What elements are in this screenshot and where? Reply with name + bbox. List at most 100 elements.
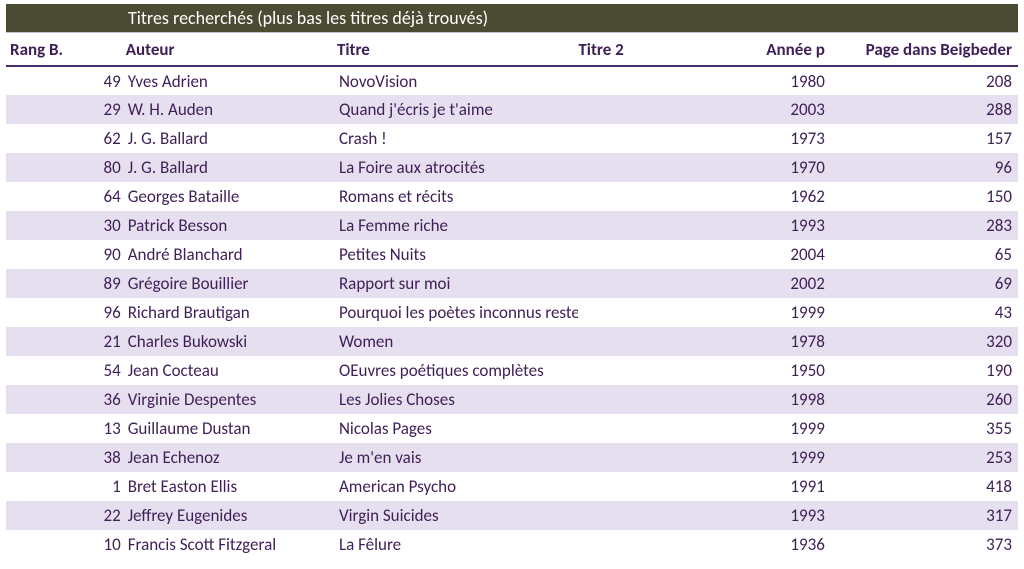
col-header-titre2[interactable]: Titre 2 [578,33,694,66]
table-row[interactable]: 36Virginie DespentesLes Jolies Choses199… [6,385,1018,414]
cell-page: 253 [837,443,1018,472]
cell-rang: 89 [6,269,126,298]
cell-auteur: Virginie Despentes [126,385,337,414]
col-header-titre[interactable]: Titre [337,33,578,66]
cell-annee: 1999 [694,298,837,327]
table-row[interactable]: 21Charles BukowskiWomen1978320 [6,327,1018,356]
cell-titre: Romans et récits [337,182,578,211]
cell-rang: 96 [6,298,126,327]
cell-auteur: Bret Easton Ellis [126,472,337,501]
cell-page: 320 [837,327,1018,356]
table-row[interactable]: 1Bret Easton EllisAmerican Psycho1991418 [6,472,1018,501]
cell-titre: OEuvres poétiques complètes [337,356,578,385]
cell-rang: 49 [6,66,126,95]
table-row[interactable]: 96Richard BrautiganPourquoi les poètes i… [6,298,1018,327]
cell-titre: Petites Nuits [337,240,578,269]
cell-rang: 90 [6,240,126,269]
cell-auteur: Jean Cocteau [126,356,337,385]
cell-auteur: Grégoire Bouillier [126,269,337,298]
cell-rang: 30 [6,211,126,240]
cell-titre: Les Jolies Choses [337,385,578,414]
table-row[interactable]: 38Jean EchenozJe m'en vais1999253 [6,443,1018,472]
cell-titre2 [578,211,694,240]
col-header-rang[interactable]: Rang B. [6,33,126,66]
cell-auteur: J. G. Ballard [126,153,337,182]
cell-annee: 2002 [694,269,837,298]
cell-titre2 [578,298,694,327]
table-row[interactable]: 62J. G. BallardCrash !1973157 [6,124,1018,153]
cell-annee: 1936 [694,530,837,559]
cell-titre2 [578,530,694,559]
cell-rang: 29 [6,95,126,124]
cell-page: 96 [837,153,1018,182]
table-row[interactable]: 30Patrick BessonLa Femme riche1993283 [6,211,1018,240]
cell-auteur: Georges Bataille [126,182,337,211]
cell-auteur: J. G. Ballard [126,124,337,153]
table-row[interactable]: 49Yves AdrienNovoVision1980208 [6,66,1018,95]
cell-annee: 1993 [694,501,837,530]
cell-titre2 [578,414,694,443]
cell-rang: 62 [6,124,126,153]
cell-titre: La Fêlure [337,530,578,559]
cell-auteur: Jeffrey Eugenides [126,501,337,530]
cell-titre2 [578,153,694,182]
cell-annee: 1991 [694,472,837,501]
cell-page: 157 [837,124,1018,153]
cell-page: 355 [837,414,1018,443]
cell-page: 65 [837,240,1018,269]
cell-auteur: Yves Adrien [126,66,337,95]
table-header-row: Rang B. Auteur Titre Titre 2 Année p Pag… [6,33,1018,66]
cell-annee: 1978 [694,327,837,356]
cell-titre2 [578,240,694,269]
table-body: 49Yves AdrienNovoVision198020829W. H. Au… [6,66,1018,559]
col-header-auteur[interactable]: Auteur [126,33,337,66]
cell-page: 190 [837,356,1018,385]
cell-rang: 10 [6,530,126,559]
table-row[interactable]: 10Francis Scott FitzgeralLa Fêlure193637… [6,530,1018,559]
cell-titre: Rapport sur moi [337,269,578,298]
table-row[interactable]: 80J. G. BallardLa Foire aux atrocités 197… [6,153,1018,182]
cell-annee: 1993 [694,211,837,240]
cell-rang: 21 [6,327,126,356]
cell-page: 208 [837,66,1018,95]
col-header-annee[interactable]: Année p [694,33,837,66]
cell-auteur: Richard Brautigan [126,298,337,327]
cell-rang: 1 [6,472,126,501]
table-title: Titres recherchés (plus bas les titres d… [6,4,1018,33]
cell-titre: NovoVision [337,66,578,95]
table-row[interactable]: 13Guillaume DustanNicolas Pages1999355 [6,414,1018,443]
book-list-table-container: Titres recherchés (plus bas les titres d… [0,0,1024,563]
cell-titre2 [578,66,694,95]
cell-annee: 1999 [694,443,837,472]
cell-rang: 13 [6,414,126,443]
cell-auteur: Patrick Besson [126,211,337,240]
cell-titre2 [578,269,694,298]
cell-titre2 [578,182,694,211]
cell-rang: 80 [6,153,126,182]
table-row[interactable]: 64Georges BatailleRomans et récits196215… [6,182,1018,211]
table-row[interactable]: 89Grégoire BouillierRapport sur moi 20026… [6,269,1018,298]
cell-titre: Virgin Suicides [337,501,578,530]
cell-auteur: Francis Scott Fitzgeral [126,530,337,559]
table-row[interactable]: 90André BlanchardPetites Nuits200465 [6,240,1018,269]
cell-titre2 [578,443,694,472]
cell-page: 317 [837,501,1018,530]
cell-auteur: André Blanchard [126,240,337,269]
cell-annee: 1970 [694,153,837,182]
cell-annee: 1973 [694,124,837,153]
cell-annee: 1998 [694,385,837,414]
table-row[interactable]: 54Jean CocteauOEuvres poétiques complète… [6,356,1018,385]
cell-page: 43 [837,298,1018,327]
cell-page: 69 [837,269,1018,298]
cell-annee: 1999 [694,414,837,443]
books-table: Rang B. Auteur Titre Titre 2 Année p Pag… [6,33,1018,559]
cell-annee: 1950 [694,356,837,385]
cell-titre2 [578,327,694,356]
cell-rang: 64 [6,182,126,211]
cell-titre: Nicolas Pages [337,414,578,443]
col-header-page[interactable]: Page dans Beigbeder [837,33,1018,66]
cell-auteur: Jean Echenoz [126,443,337,472]
cell-titre: La Foire aux atrocités [337,153,578,182]
table-row[interactable]: 22Jeffrey EugenidesVirgin Suicides199331… [6,501,1018,530]
table-row[interactable]: 29W. H. AudenQuand j'écris je t'aime2003… [6,95,1018,124]
